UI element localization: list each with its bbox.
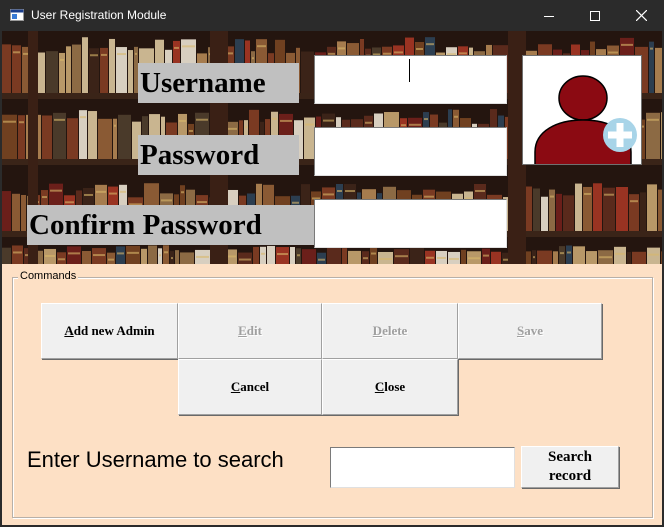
maximize-button[interactable] — [572, 0, 618, 31]
save-button[interactable]: Save — [458, 303, 602, 359]
add-new-admin-button[interactable]: Add new Admin — [41, 303, 178, 359]
search-input[interactable] — [330, 447, 515, 488]
delete-access-key: D — [372, 323, 383, 338]
edit-button[interactable]: Edit — [178, 303, 322, 359]
text-caret — [409, 59, 410, 82]
cancel-access-key: C — [230, 379, 241, 394]
user-avatar[interactable] — [522, 55, 642, 165]
close-button[interactable]: Close — [322, 359, 458, 415]
minimize-icon — [544, 15, 554, 17]
app-window: User Registration Module Username Passwo… — [0, 0, 664, 527]
close-access-key: C — [374, 379, 385, 394]
user-add-icon — [534, 75, 637, 164]
password-input[interactable] — [314, 127, 507, 176]
edit-access-key: E — [238, 323, 247, 338]
username-input[interactable] — [314, 55, 507, 104]
search-button-line2: record — [548, 468, 592, 484]
close-label: lose — [384, 379, 406, 394]
confirm-password-label: Confirm Password — [27, 205, 315, 245]
save-label: ave — [524, 323, 543, 338]
close-icon — [635, 10, 647, 21]
edit-label: dit — [246, 323, 262, 338]
search-label: Enter Username to search — [27, 447, 284, 472]
add-access-key: A — [64, 323, 74, 338]
maximize-icon — [590, 10, 600, 21]
search-record-button[interactable]: Search record — [521, 446, 619, 488]
delete-label: elete — [382, 323, 408, 338]
minimize-button[interactable] — [526, 0, 572, 31]
confirm-password-input[interactable] — [314, 199, 507, 248]
cancel-label: ancel — [240, 379, 270, 394]
commands-legend: Commands — [18, 270, 79, 282]
close-window-button[interactable] — [618, 0, 664, 31]
delete-button[interactable]: Delete — [322, 303, 458, 359]
cancel-button[interactable]: Cancel — [178, 359, 322, 415]
add-label: dd new Admin — [73, 323, 155, 338]
window-title: User Registration Module — [31, 8, 167, 22]
app-icon — [10, 9, 24, 21]
password-label: Password — [138, 135, 299, 175]
title-bar: User Registration Module — [0, 0, 664, 31]
username-label: Username — [138, 63, 299, 103]
search-button-line1: Search — [548, 449, 592, 465]
